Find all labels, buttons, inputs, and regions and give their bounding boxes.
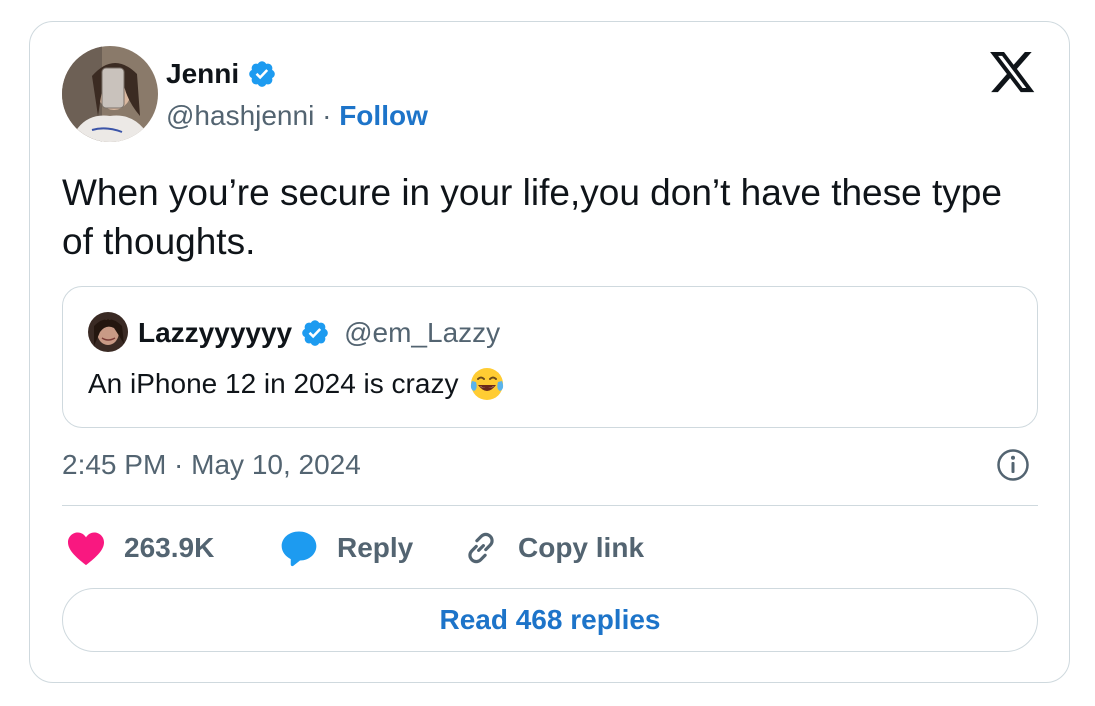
read-replies-button[interactable]: Read 468 replies: [62, 588, 1038, 652]
verified-badge-icon: [302, 320, 328, 346]
tears-of-joy-emoji-icon: [468, 365, 506, 403]
follow-button[interactable]: Follow: [339, 100, 428, 132]
author-handle-row: @hashjenni · Follow: [166, 98, 428, 134]
verified-badge-icon: [249, 61, 275, 87]
reply-button[interactable]: Reply: [279, 528, 413, 568]
quoted-tweet-card[interactable]: [62, 286, 1038, 428]
quoted-handle[interactable]: @em_Lazzy: [344, 317, 500, 349]
tweet-text: When you’re secure in your life,you don’…: [62, 172, 1002, 262]
divider: [62, 505, 1038, 506]
copy-link-label: Copy link: [518, 532, 645, 563]
reply-label: Reply: [337, 532, 414, 563]
quoted-display-name[interactable]: Lazzyyyyyy: [138, 317, 292, 349]
quoted-tweet-text: An iPhone 12 in 2024 is crazy: [88, 368, 459, 399]
like-button[interactable]: 263.9K: [66, 528, 214, 568]
quoted-author-avatar[interactable]: [88, 312, 128, 352]
author-handle[interactable]: @hashjenni: [166, 100, 314, 132]
tweet-timestamp[interactable]: 2:45 PM · May 10, 2024: [62, 447, 361, 483]
quoted-tweet-text-row: An iPhone 12 in 2024 is crazy: [88, 364, 506, 404]
heart-icon: [68, 532, 104, 566]
author-avatar[interactable]: [62, 46, 158, 142]
info-icon[interactable]: [996, 448, 1030, 482]
x-logo-icon[interactable]: [990, 52, 1036, 94]
link-icon: [468, 532, 494, 564]
separator-dot: ·: [314, 100, 340, 131]
author-display-name[interactable]: Jenni: [166, 58, 239, 90]
copy-link-button[interactable]: Copy link: [462, 528, 644, 568]
author-name-row[interactable]: Jenni: [166, 56, 277, 92]
like-count: 263.9K: [124, 532, 215, 563]
quoted-author-row[interactable]: Lazzyyyyyy @em_Lazzy: [138, 314, 500, 352]
reply-bubble-icon: [281, 531, 317, 567]
